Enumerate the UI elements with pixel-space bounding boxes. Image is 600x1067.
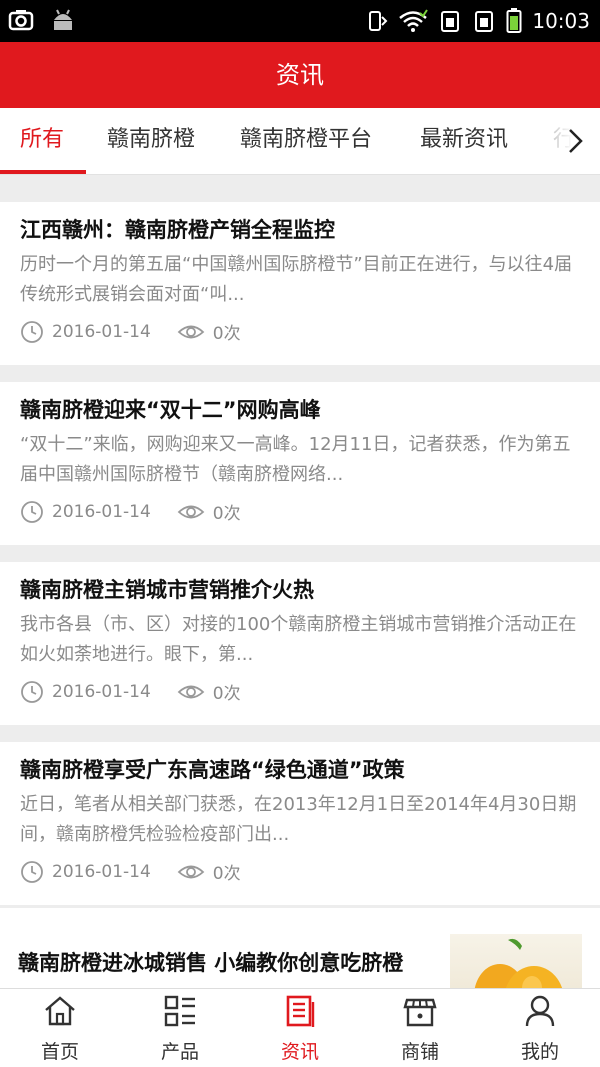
home-icon (45, 996, 75, 1026)
phone-vibrate-icon (369, 11, 388, 31)
tab-all[interactable]: 所有 (20, 108, 64, 174)
eye-icon (177, 865, 205, 878)
clock-icon (21, 500, 43, 523)
sim-1-signal-icon (441, 11, 460, 32)
sim-2-signal-icon (475, 11, 494, 32)
app-header: 资讯 (0, 42, 600, 108)
nav-news[interactable]: 资讯 (240, 989, 360, 1067)
nav-label: 商铺 (400, 1041, 439, 1063)
user-icon (525, 995, 555, 1027)
news-summary: “双十二”来临，网购迎来又一高峰。12月11日，记者获悉，作为第五届中国赣州国际… (20, 434, 571, 485)
news-summary: 近日，笔者从相关部门获悉，在2013年12月1日至2014年4月30日期间，赣南… (20, 794, 577, 845)
orange-image (474, 938, 563, 988)
clock-icon (21, 320, 43, 343)
store-icon (403, 998, 437, 1027)
screenshot-icon (8, 10, 34, 31)
status-bar: 10:03 (0, 0, 600, 42)
nav-products[interactable]: 产品 (120, 989, 240, 1067)
battery-icon (506, 8, 522, 33)
nav-stores[interactable]: 商铺 (360, 989, 480, 1067)
bottom-nav: 首页 产品 资讯 商铺 我的 (0, 988, 600, 1067)
page-title: 资讯 (276, 61, 324, 89)
nav-label: 资讯 (280, 1041, 319, 1063)
news-card-with-image[interactable]: 赣南脐橙进冰城销售 小编教你创意吃脐橙 (0, 908, 600, 988)
news-card[interactable]: 赣南脐橙享受广东高速路“绿色通道”政策 近日，笔者从相关部门获悉，在2013年1… (0, 742, 600, 905)
status-time: 10:03 (532, 9, 590, 33)
news-card[interactable]: 赣南脐橙迎来“双十二”网购高峰 “双十二”来临，网购迎来又一高峰。12月11日，… (0, 382, 600, 545)
news-title[interactable]: 赣南脐橙进冰城销售 小编教你创意吃脐橙 (18, 948, 418, 978)
nav-label: 我的 (520, 1041, 559, 1063)
news-meta: 2016-01-14 0次 (20, 499, 241, 524)
tab-gannan-navel-orange-platform[interactable]: 赣南脐橙平台 (240, 108, 372, 174)
news-document-icon (286, 995, 315, 1027)
news-date: 2016-01-14 (52, 321, 151, 342)
wifi-icon (399, 9, 429, 32)
nav-home[interactable]: 首页 (0, 989, 120, 1067)
news-date: 2016-01-14 (52, 501, 151, 522)
eye-icon (177, 685, 205, 698)
tab-gannan-navel-orange[interactable]: 赣南脐橙 (107, 108, 195, 174)
active-tab-indicator (0, 170, 86, 174)
news-card[interactable]: 江西赣州：赣南脐橙产销全程监控 历时一个月的第五届“中国赣州国际脐橙节”目前正在… (0, 202, 600, 365)
news-meta: 2016-01-14 0次 (20, 679, 241, 704)
news-title[interactable]: 赣南脐橙迎来“双十二”网购高峰 (20, 394, 321, 424)
chevron-right-icon[interactable] (560, 126, 590, 156)
news-views: 0次 (212, 684, 241, 704)
nav-label: 产品 (160, 1041, 199, 1063)
news-date: 2016-01-14 (52, 861, 151, 882)
clock-icon (21, 860, 43, 883)
news-views: 0次 (212, 324, 241, 344)
news-title[interactable]: 江西赣州：赣南脐橙产销全程监控 (20, 214, 335, 244)
news-summary: 我市各县（市、区）对接的100个赣南脐橙主销城市营销推介活动正在如火如荼地进行。… (20, 614, 577, 665)
product-grid-icon (164, 995, 195, 1027)
news-meta: 2016-01-14 0次 (20, 859, 241, 884)
news-date: 2016-01-14 (52, 681, 151, 702)
news-title[interactable]: 赣南脐橙享受广东高速路“绿色通道”政策 (20, 754, 405, 784)
news-views: 0次 (212, 864, 241, 884)
news-title[interactable]: 赣南脐橙主销城市营销推介火热 (20, 574, 314, 604)
android-icon (54, 9, 72, 30)
news-thumbnail[interactable] (450, 934, 582, 988)
nav-profile[interactable]: 我的 (480, 989, 600, 1067)
nav-label: 首页 (40, 1041, 79, 1063)
clock-icon (21, 680, 43, 703)
category-tabs: 所有 赣南脐橙 赣南脐橙平台 最新资讯 行 (0, 108, 600, 175)
news-views: 0次 (212, 504, 241, 524)
news-card[interactable]: 赣南脐橙主销城市营销推介火热 我市各县（市、区）对接的100个赣南脐橙主销城市营… (0, 562, 600, 725)
eye-icon (177, 505, 205, 518)
tab-latest-news[interactable]: 最新资讯 (420, 108, 508, 174)
eye-icon (177, 325, 205, 338)
news-meta: 2016-01-14 0次 (20, 319, 241, 344)
news-summary: 历时一个月的第五届“中国赣州国际脐橙节”目前正在进行，与以往4届传统形式展销会面… (20, 254, 573, 305)
